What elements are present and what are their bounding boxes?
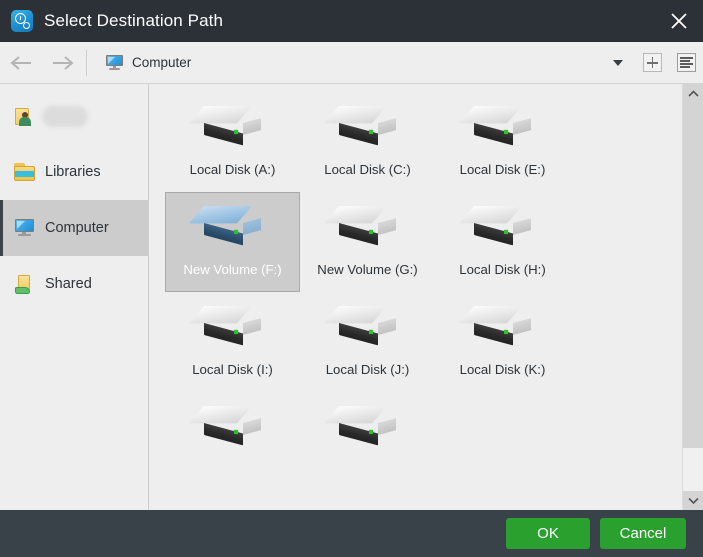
close-button[interactable]	[655, 0, 703, 42]
cancel-button[interactable]: Cancel	[600, 518, 686, 549]
hard-drive-icon	[196, 202, 270, 246]
vertical-scrollbar[interactable]	[682, 84, 703, 510]
forward-button[interactable]	[42, 42, 84, 83]
drive-tile[interactable]	[165, 392, 300, 492]
hard-drive-icon	[466, 102, 540, 146]
app-icon-clock-hand	[20, 16, 21, 20]
breadcrumb-label: Computer	[132, 55, 191, 70]
drive-grid: Local Disk (A:) Local Disk (C:) Local Di…	[149, 84, 682, 492]
dialog-body: Libraries Computer Shared	[0, 84, 703, 510]
ok-button[interactable]: OK	[506, 518, 590, 549]
drive-tile-selected[interactable]: New Volume (F:)	[165, 192, 300, 292]
new-folder-button[interactable]	[635, 42, 669, 83]
hard-drive-icon	[331, 302, 405, 346]
computer-monitor-icon	[106, 55, 123, 70]
sidebar-item-user-label-redacted	[42, 106, 88, 127]
shared-folder-icon	[14, 275, 35, 294]
hard-drive-icon	[331, 402, 405, 446]
forward-arrow-icon	[51, 55, 75, 71]
scroll-up-icon	[688, 90, 699, 97]
drive-tile[interactable]: New Volume (G:)	[300, 192, 435, 292]
close-icon	[670, 12, 688, 30]
drive-label: Local Disk (J:)	[326, 362, 410, 377]
hard-drive-icon	[466, 302, 540, 346]
scroll-down-icon	[688, 497, 699, 504]
select-destination-path-dialog: Select Destination Path Computer	[0, 0, 703, 557]
sidebar-item-libraries[interactable]: Libraries	[0, 144, 148, 200]
drive-tile[interactable]: Local Disk (I:)	[165, 292, 300, 392]
back-button[interactable]	[0, 42, 42, 83]
hard-drive-icon	[466, 202, 540, 246]
sidebar-item-user-folder[interactable]	[0, 88, 148, 144]
sidebar-item-computer[interactable]: Computer	[0, 200, 148, 256]
breadcrumb[interactable]: Computer	[91, 42, 601, 83]
app-icon-gear	[23, 22, 30, 29]
user-folder-icon	[14, 107, 35, 126]
hard-drive-icon	[331, 102, 405, 146]
drive-tile[interactable]: Local Disk (K:)	[435, 292, 570, 392]
drive-grid-viewport: Local Disk (A:) Local Disk (C:) Local Di…	[149, 84, 682, 510]
computer-monitor-icon	[14, 219, 35, 237]
scroll-down-button[interactable]	[683, 491, 703, 510]
drive-tile[interactable]: Local Disk (A:)	[165, 92, 300, 192]
drive-label: Local Disk (A:)	[190, 162, 276, 177]
drive-label: New Volume (F:)	[183, 262, 281, 277]
app-icon	[11, 10, 33, 32]
view-mode-button[interactable]	[669, 42, 703, 83]
drive-tile[interactable]: Local Disk (J:)	[300, 292, 435, 392]
drive-label: New Volume (G:)	[317, 262, 417, 277]
navigation-toolbar: Computer	[0, 42, 703, 84]
drive-label: Local Disk (C:)	[324, 162, 410, 177]
sidebar-item-label: Libraries	[45, 164, 101, 180]
chevron-down-icon	[612, 59, 624, 67]
window-title: Select Destination Path	[44, 11, 223, 31]
path-dropdown-button[interactable]	[601, 42, 635, 83]
drive-tile[interactable]: Local Disk (E:)	[435, 92, 570, 192]
toolbar-divider	[86, 50, 87, 76]
title-bar: Select Destination Path	[0, 0, 703, 42]
drive-tile[interactable]: Local Disk (C:)	[300, 92, 435, 192]
drive-label: Local Disk (E:)	[460, 162, 546, 177]
libraries-folder-icon	[14, 163, 35, 181]
scrollbar-thumb[interactable]	[683, 103, 703, 448]
plus-icon	[643, 53, 662, 72]
hard-drive-icon	[196, 302, 270, 346]
sidebar: Libraries Computer Shared	[0, 84, 149, 510]
sidebar-item-shared[interactable]: Shared	[0, 256, 148, 312]
hard-drive-icon	[196, 102, 270, 146]
list-view-icon	[677, 53, 696, 72]
sidebar-item-label: Shared	[45, 276, 92, 292]
drive-tile[interactable]: Local Disk (H:)	[435, 192, 570, 292]
hard-drive-icon	[196, 402, 270, 446]
dialog-footer: OK Cancel	[0, 510, 703, 557]
scroll-up-button[interactable]	[683, 84, 703, 103]
drive-label: Local Disk (I:)	[192, 362, 273, 377]
back-arrow-icon	[9, 55, 33, 71]
hard-drive-icon	[331, 202, 405, 246]
drive-label: Local Disk (K:)	[460, 362, 546, 377]
drive-list-pane: Local Disk (A:) Local Disk (C:) Local Di…	[149, 84, 703, 510]
drive-label: Local Disk (H:)	[459, 262, 545, 277]
drive-tile[interactable]	[300, 392, 435, 492]
sidebar-item-label: Computer	[45, 220, 109, 236]
